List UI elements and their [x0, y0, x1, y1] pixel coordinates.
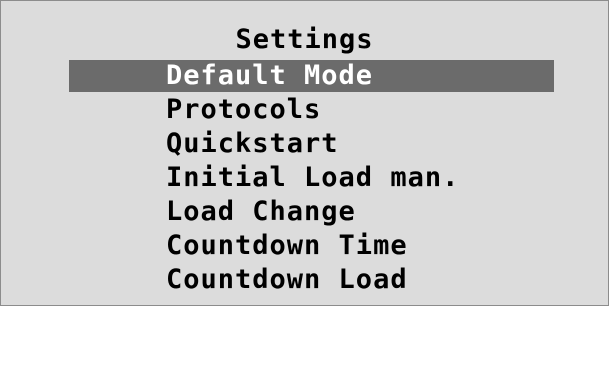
menu-item-countdown-time[interactable]: Countdown Time [1, 229, 608, 263]
menu-item-label: Default Mode [166, 60, 374, 91]
menu-item-label: Countdown Load [166, 264, 408, 295]
settings-screen: Settings Default Mode Protocols Quicksta… [0, 0, 609, 306]
menu-item-countdown-load[interactable]: Countdown Load [1, 263, 608, 297]
screen-title: Settings [235, 24, 374, 55]
menu-item-label: Protocols [166, 94, 322, 125]
menu-item-initial-load-man[interactable]: Initial Load man. [1, 161, 608, 195]
menu-item-default-mode[interactable]: Default Mode [1, 59, 608, 93]
menu-item-label: Initial Load man. [166, 162, 460, 193]
menu-item-label: Load Change [166, 196, 356, 227]
menu-item-label: Countdown Time [166, 230, 408, 261]
settings-menu: Default Mode Protocols Quickstart Initia… [1, 59, 608, 297]
menu-item-protocols[interactable]: Protocols [1, 93, 608, 127]
menu-item-load-change[interactable]: Load Change [1, 195, 608, 229]
menu-item-quickstart[interactable]: Quickstart [1, 127, 608, 161]
menu-item-label: Quickstart [166, 128, 339, 159]
